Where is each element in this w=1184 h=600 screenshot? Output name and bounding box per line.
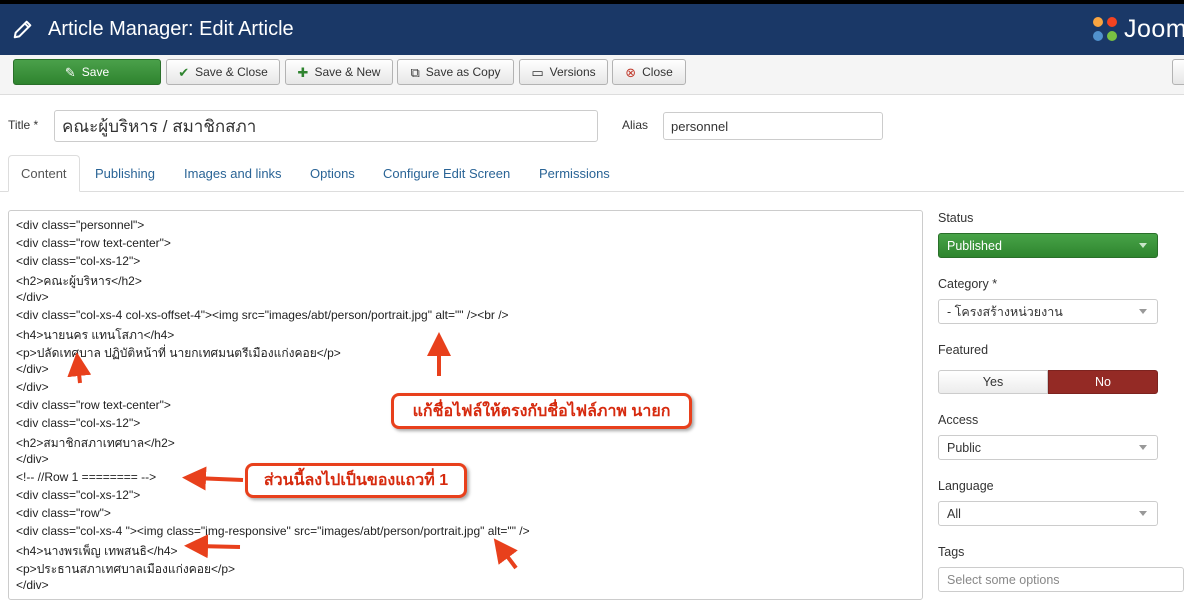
save-close-label: Save & Close [195, 65, 268, 79]
access-value: Public [947, 440, 982, 455]
code-line: </div> [16, 380, 49, 394]
tab-bar: Content Publishing Images and links Opti… [0, 155, 1184, 192]
close-button[interactable]: ⊗ Close [612, 59, 686, 85]
app-header: Article Manager: Edit Article Joom [0, 0, 1184, 55]
tags-input[interactable]: Select some options [938, 567, 1184, 592]
tab-publishing[interactable]: Publishing [83, 155, 167, 192]
category-label: Category * [938, 277, 998, 291]
save-copy-button[interactable]: ⧉ Save as Copy [397, 59, 514, 85]
caret-down-icon [1139, 445, 1147, 450]
tags-label: Tags [938, 545, 965, 559]
code-line: <div class="col-xs-12"> [16, 416, 141, 430]
category-value: - โครงสร้างหน่วยงาน [947, 304, 1063, 319]
save-new-label: Save & New [314, 65, 381, 79]
code-line: </div> [16, 578, 49, 592]
close-circle-icon: ⊗ [625, 64, 637, 80]
joomla-logo-icon [1093, 17, 1117, 41]
code-line: </div> [16, 362, 49, 376]
annotation-callout: ส่วนนี้ลงไปเป็นของแถวที่ 1 [245, 463, 467, 498]
title-label: Title * [8, 118, 39, 132]
caret-down-icon [1139, 309, 1147, 314]
save-button-label: Save [81, 65, 110, 79]
access-select[interactable]: Public [938, 435, 1158, 460]
code-line: <div class="row text-center"> [16, 398, 171, 412]
annotation-callout: แก้ชื่อไฟล์ให้ตรงกับชื่อไฟล์ภาพ นายก [391, 393, 692, 429]
code-line: <h4>นางพรเพ็ญ เทพสนธิ</h4> [16, 544, 178, 558]
code-line: </div> [16, 290, 49, 304]
toolbar: ✎ Save ✔ Save & Close ✚ Save & New ⧉ Sav… [0, 55, 1184, 95]
code-line: <!-- //Row 1 ======== --> [16, 470, 157, 484]
tab-permissions[interactable]: Permissions [527, 155, 622, 192]
code-line: <div class="col-xs-4 col-xs-offset-4"><i… [16, 308, 509, 322]
code-line: </div> [16, 452, 49, 466]
code-line: <h2>สมาชิกสภาเทศบาล</h2> [16, 436, 175, 450]
save-button[interactable]: ✎ Save [13, 59, 161, 85]
tab-configure-edit-screen[interactable]: Configure Edit Screen [371, 155, 522, 192]
featured-label: Featured [938, 343, 989, 357]
title-input[interactable]: คณะผู้บริหาร / สมาชิกสภา [54, 110, 598, 142]
copy-icon: ⧉ [410, 64, 420, 80]
language-select[interactable]: All [938, 501, 1158, 526]
code-line: <h2>คณะผู้บริหาร</h2> [16, 274, 142, 288]
code-line: <div class="col-xs-12"> [16, 254, 141, 268]
check-icon: ✔ [178, 64, 190, 80]
toolbar-extra-button[interactable] [1172, 59, 1184, 85]
tab-content[interactable]: Content [8, 155, 80, 192]
save-copy-label: Save as Copy [425, 65, 501, 79]
language-label: Language [938, 479, 994, 493]
code-line: <div class="row"> [16, 506, 111, 520]
code-line: <p>ปลัดเทศบาล ปฏิบัติหน้าที่ นายกเทศมนตร… [16, 346, 341, 360]
code-line: <div class="row text-center"> [16, 236, 171, 250]
pencil-icon [13, 20, 32, 39]
featured-yes-button[interactable]: Yes [938, 370, 1048, 394]
tags-placeholder: Select some options [947, 572, 1060, 587]
edit-icon: ✎ [64, 64, 76, 80]
versions-button[interactable]: ▭ Versions [519, 59, 608, 85]
code-line: <p>ประธานสภาเทศบาลเมืองแก่งคอย</p> [16, 562, 235, 576]
page-title: Article Manager: Edit Article [48, 18, 294, 40]
versions-label: Versions [549, 65, 596, 79]
joomla-logo-text: Joom [1124, 14, 1184, 43]
joomla-logo: Joom [1090, 12, 1184, 46]
alias-label: Alias [622, 118, 649, 132]
category-select[interactable]: - โครงสร้างหน่วยงาน [938, 299, 1158, 324]
close-label: Close [642, 65, 673, 79]
plus-icon: ✚ [297, 64, 309, 80]
caret-down-icon [1139, 243, 1147, 248]
featured-toggle: Yes No [938, 370, 1158, 394]
code-line: <div class="col-xs-4 "><img class="img-r… [16, 524, 530, 538]
status-value: Published [947, 238, 1002, 253]
code-line: <div class="personnel"> [16, 218, 145, 232]
tab-images-links[interactable]: Images and links [172, 155, 294, 192]
language-value: All [947, 506, 961, 521]
alias-input[interactable]: personnel [663, 112, 883, 140]
featured-no-button[interactable]: No [1048, 370, 1158, 394]
code-line: <div class="col-xs-12"> [16, 488, 141, 502]
access-label: Access [938, 413, 979, 427]
status-label: Status [938, 211, 974, 225]
save-new-button[interactable]: ✚ Save & New [285, 59, 393, 85]
save-close-button[interactable]: ✔ Save & Close [166, 59, 280, 85]
tab-options[interactable]: Options [298, 155, 367, 192]
caret-down-icon [1139, 511, 1147, 516]
code-line: <h4>นายนคร แทนโสภา</h4> [16, 328, 175, 342]
status-select[interactable]: Published [938, 233, 1158, 258]
archive-icon: ▭ [531, 64, 544, 80]
